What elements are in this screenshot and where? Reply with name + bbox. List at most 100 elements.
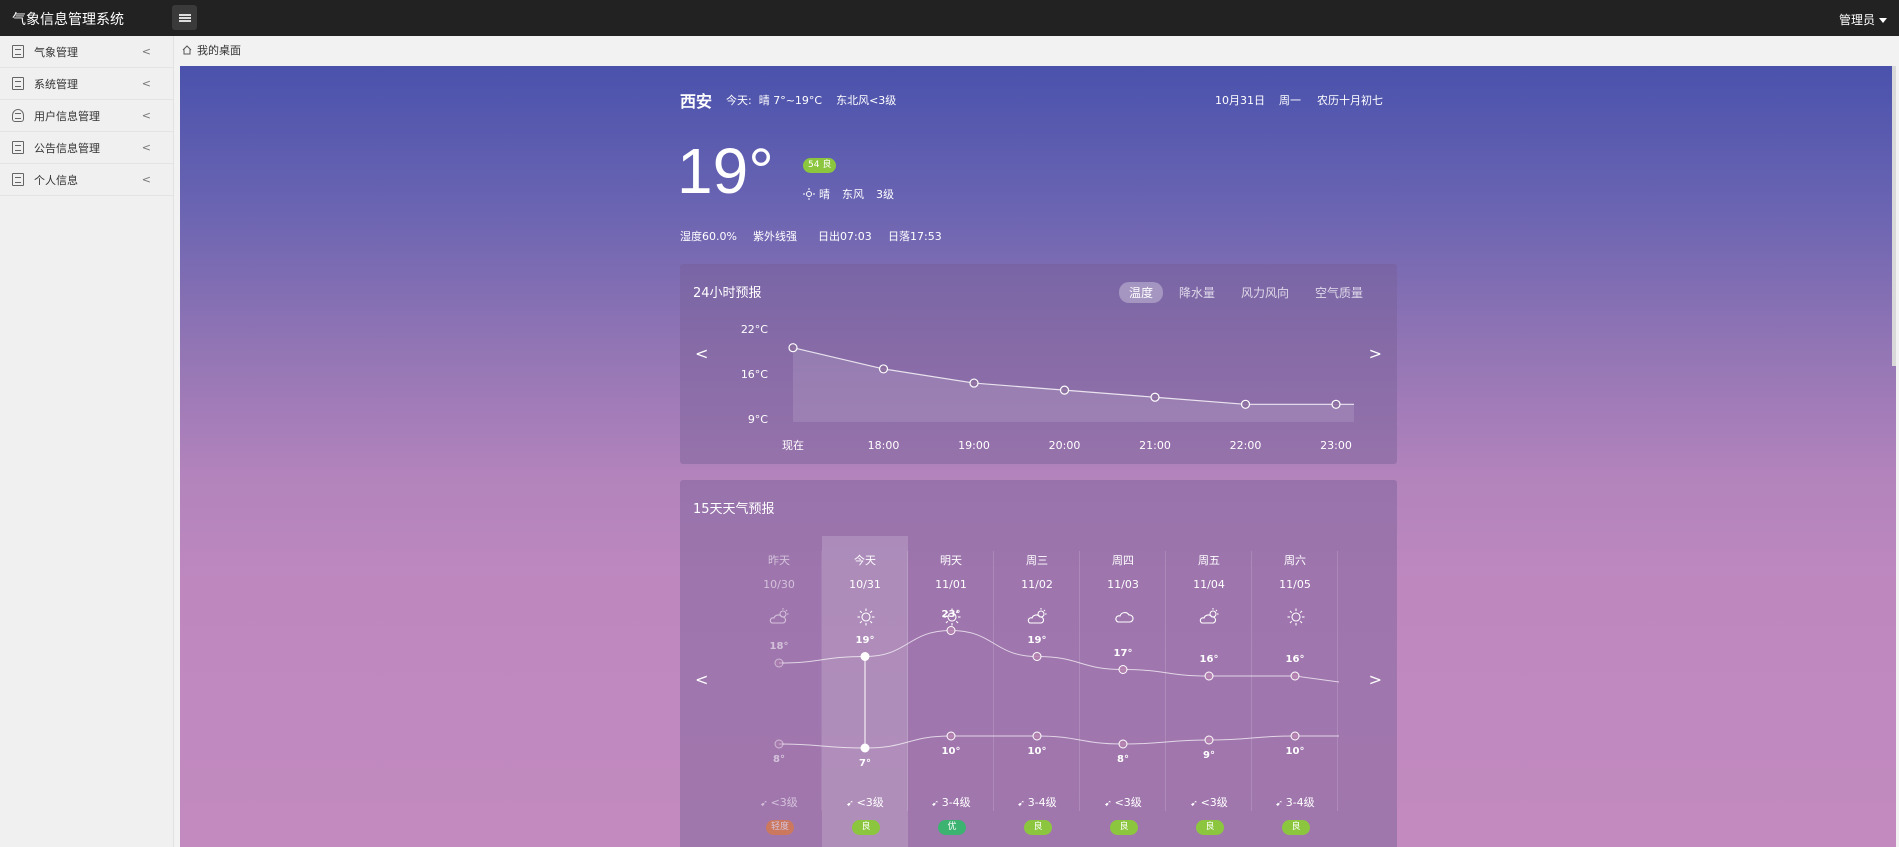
daily-next-arrow[interactable]: > [1369, 670, 1382, 689]
sidebar-item-system[interactable]: 系统管理 < [0, 68, 173, 100]
aqi-badge: 良 [852, 820, 880, 835]
y-tick-label: 9°C [748, 413, 768, 426]
aqi-badge: 54 良 [803, 158, 837, 173]
wind-level: ➹ 3-4级 [908, 794, 994, 810]
chevron-left-icon: < [141, 109, 151, 122]
forecast-day-column[interactable]: 明天 11/01 23° 10° ➹ 3-4级优 [908, 536, 994, 847]
current-date: 10月31日 [1215, 94, 1265, 107]
low-temp-label: 8° [1117, 754, 1129, 765]
chevron-left-icon: < [141, 77, 151, 90]
wind-arrow-icon: ➹ [760, 799, 771, 809]
forecast-day-label: 周三 [1026, 554, 1048, 567]
doc-icon [12, 173, 24, 186]
aqi-badge: 轻度 [766, 820, 794, 835]
sidebar: 气象管理 < 系统管理 < 用户信息管理 < 公告信息管理 < 个人信息 < [0, 36, 174, 847]
daily-prev-arrow[interactable]: < [695, 670, 708, 689]
sunrise: 日出07:03 [818, 230, 872, 243]
wind-arrow-icon: ➹ [1104, 799, 1115, 809]
forecast-day-column[interactable]: 周三 11/02 19° 10° ➹ 3-4级良 [994, 536, 1080, 847]
wind-text: <3级 [856, 796, 884, 809]
temperature-point [1059, 385, 1070, 395]
high-temp-label: 16° [1285, 654, 1305, 665]
wind-arrow-icon: ➹ [1275, 799, 1286, 809]
doc-icon [12, 141, 24, 154]
hourly-temperature-chart: 22°C 16°C 9°C 现在 18:00 19:00 20:00 21:00 22:00 23… [741, 323, 1354, 452]
wind-level: ➹ <3级 [1166, 794, 1252, 810]
sun-icon [803, 188, 815, 200]
wind-level: 3级 [876, 188, 894, 201]
today-summary: 今天: 晴 7°~19°C 东北风<3级 [726, 94, 897, 107]
high-temp-label: 17° [1113, 647, 1133, 659]
sidebar-item-label: 个人信息 [34, 173, 78, 187]
x-tick-label: 23:00 [1320, 439, 1352, 452]
aqi-badge: 良 [1196, 820, 1224, 835]
user-menu[interactable]: 管理员 [1839, 11, 1887, 28]
aqi-badge: 良 [1282, 820, 1310, 835]
wind-arrow-icon: ➹ [931, 799, 942, 809]
high-temp-label: 16° [1199, 654, 1219, 665]
forecast-date: 10/31 [849, 578, 881, 591]
x-tick-label: 现在 [782, 439, 804, 452]
temperature-point [1240, 399, 1251, 409]
forecast-day-label: 昨天 [768, 554, 790, 567]
sidebar-item-profile[interactable]: 个人信息 < [0, 164, 173, 196]
user-icon [12, 109, 24, 122]
forecast-day-column[interactable]: 周五 11/04 16° 9° ➹ <3级良 [1166, 536, 1252, 847]
partly-cloudy-icon [1199, 608, 1219, 624]
x-tick-label: 21:00 [1139, 439, 1171, 452]
low-temp-label: 10° [941, 746, 961, 757]
user-name: 管理员 [1838, 13, 1875, 27]
wind-level: ➹ <3级 [1080, 794, 1166, 810]
humidity: 湿度60.0% [680, 230, 737, 243]
sidebar-item-label: 气象管理 [34, 45, 78, 59]
sidebar-item-label: 系统管理 [34, 77, 78, 91]
menu-toggle-button[interactable] [172, 5, 197, 30]
aqi-badge: 良 [1024, 820, 1052, 835]
weather-panel: 西安 今天: 晴 7°~19°C 东北风<3级 10月31日 周一 农历十月初七… [180, 66, 1896, 847]
forecast-day-label: 周五 [1198, 554, 1220, 567]
wind-direction: 东风 [842, 188, 864, 201]
x-tick-label: 20:00 [1049, 439, 1081, 452]
aqi-badge: 优 [938, 820, 966, 835]
forecast-day-label: 明天 [940, 554, 962, 567]
sidebar-item-label: 用户信息管理 [34, 109, 100, 123]
x-tick-label: 19:00 [958, 439, 990, 452]
temperature-point [969, 378, 979, 388]
forecast-date: 11/03 [1107, 578, 1139, 591]
scrollbar[interactable] [1892, 66, 1896, 366]
current-condition: 晴 东风 3级 [803, 186, 894, 202]
wind-text: <3级 [1200, 796, 1228, 809]
lunar-date: 农历十月初七 [1317, 94, 1383, 107]
top-bar: 气象信息管理系统 管理员 [0, 0, 1899, 36]
doc-icon [12, 77, 24, 90]
breadcrumb[interactable]: 我的桌面 [182, 42, 241, 58]
wind-text: 3-4级 [1027, 796, 1057, 809]
sunset: 日落17:53 [888, 230, 942, 243]
wind-arrow-icon: ➹ [1190, 799, 1201, 809]
forecast-day-column[interactable]: 周六 11/05 16° 10° ➹ 3-4级良 [1252, 536, 1338, 847]
temperature-area [793, 347, 1354, 422]
temperature-point [1150, 392, 1160, 402]
sidebar-item-notices[interactable]: 公告信息管理 < [0, 132, 173, 164]
forecast-day-column[interactable]: 昨天 10/30 18° 8° ➹ <3级 轻度 [736, 536, 822, 847]
wind-arrow-icon: ➹ [1017, 799, 1028, 809]
sidebar-item-users[interactable]: 用户信息管理 < [0, 100, 173, 132]
hourly-forecast-card: 24小时预报 温度 降水量 风力风向 空气质量 < > 22°C 16°C 9°C 现… [680, 264, 1397, 464]
menu-icon [178, 13, 191, 22]
forecast-date: 10/30 [763, 578, 795, 591]
forecast-day-label: 周四 [1112, 554, 1134, 567]
caret-down-icon [1879, 18, 1887, 23]
sidebar-item-weather[interactable]: 气象管理 < [0, 36, 173, 68]
daily-columns: 昨天 10/30 18° 8° ➹ <3级 轻度 今天 10/31 19° 7° ➹ <3级良 明天 1… [736, 536, 1339, 847]
forecast-day-column[interactable]: 今天 10/31 19° 7° ➹ <3级良 [822, 536, 908, 847]
uv-index: 紫外线强 [753, 230, 797, 243]
high-temp-label: 18° [769, 641, 789, 652]
wind-level: ➹ <3级 [736, 794, 822, 810]
wind-text: <3级 [770, 796, 798, 809]
doc-icon [12, 45, 24, 58]
forecast-day-column[interactable]: 周四 11/03 17° 8° ➹ <3级良 [1080, 536, 1166, 847]
y-tick-label: 22°C [741, 323, 768, 336]
chevron-left-icon: < [141, 141, 151, 154]
wind-level: ➹ 3-4级 [1252, 794, 1338, 810]
temperature-point [788, 343, 798, 353]
